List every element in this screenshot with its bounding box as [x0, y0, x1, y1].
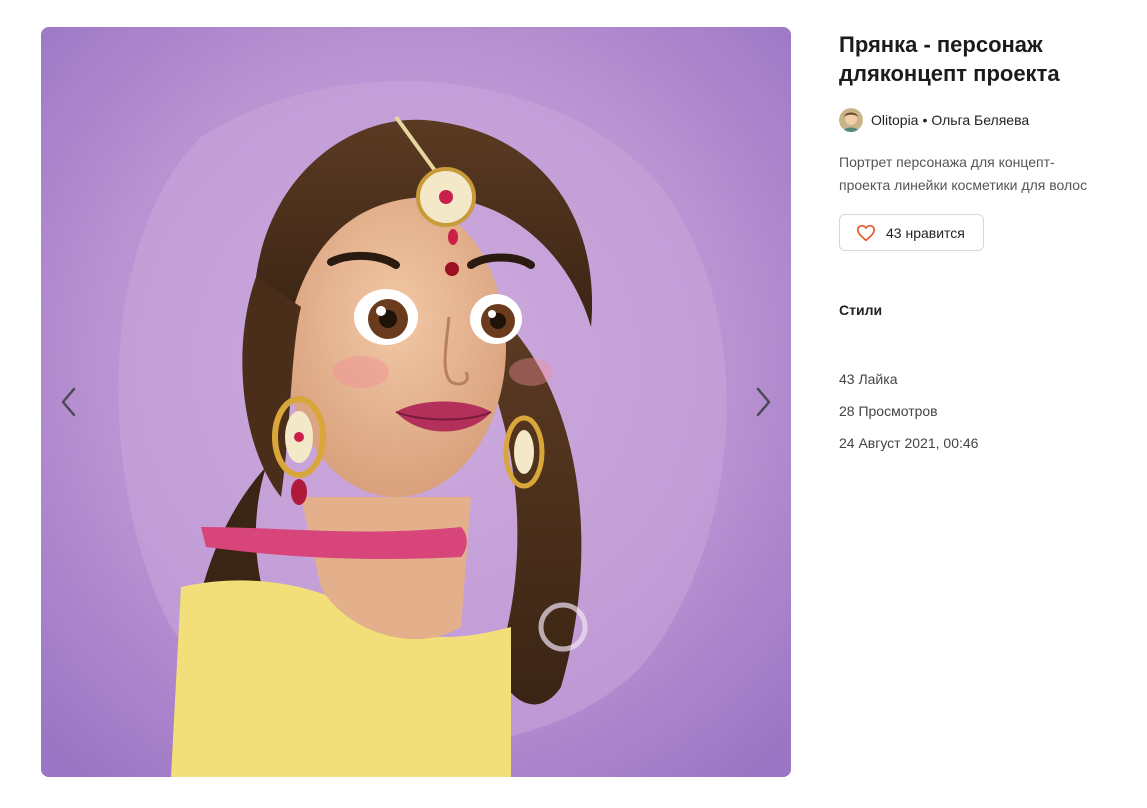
heart-outline-icon: [856, 224, 875, 241]
likes-count: 43 Лайка: [839, 371, 898, 387]
like-button[interactable]: 43 нравится: [839, 214, 984, 251]
chevron-right-icon: [756, 387, 771, 417]
artwork-title: Прянка - персонаж дляконцепт проекта: [839, 32, 1060, 86]
artwork-stats: 43 Лайка 28 Просмотров 24 Август 2021, 0…: [839, 363, 1119, 459]
previous-image-button[interactable]: [49, 382, 89, 422]
artwork-image: [41, 27, 791, 777]
author-username[interactable]: Olitopia: [871, 112, 918, 128]
artwork-description: Портрет персонажа для концепт-проекта ли…: [839, 154, 1088, 193]
next-image-button[interactable]: [743, 382, 783, 422]
author-full-name[interactable]: Ольга Беляева: [931, 112, 1029, 128]
styles-heading: Стили: [839, 302, 883, 318]
author-avatar[interactable]: [839, 108, 863, 132]
author-separator: •: [922, 112, 928, 128]
artwork-details-panel: Прянка - персонаж дляконцепт проекта Oli…: [839, 30, 1119, 459]
artwork-viewer: [41, 27, 791, 777]
like-button-label: 43 нравится: [886, 224, 965, 241]
views-count: 28 Просмотров: [839, 403, 938, 419]
author-line: Olitopia • Ольга Беляева: [839, 108, 1119, 132]
avatar-portrait-icon: [839, 108, 863, 132]
publish-date: 24 Август 2021, 00:46: [839, 435, 979, 451]
chevron-left-icon: [61, 387, 76, 417]
